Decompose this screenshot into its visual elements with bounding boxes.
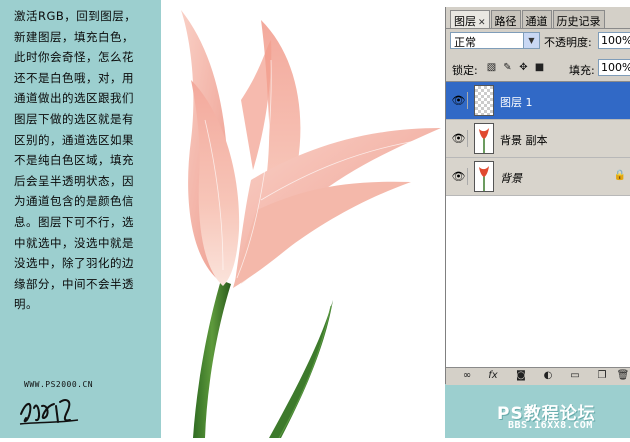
layer-name: 图层 1: [500, 96, 533, 109]
tutorial-text-panel: 激活RGB，回到图层， 新建图层，填充白色， 此时你会奇怪，怎么花 还不是白色哦…: [0, 0, 161, 438]
signature-image: [19, 399, 79, 425]
trash-icon[interactable]: 🗑: [616, 370, 630, 382]
layer-row-background-copy[interactable]: 👁 背景 副本: [446, 120, 630, 158]
image-canvas[interactable]: [161, 0, 445, 439]
layer-thumbnail-transparent: [474, 85, 494, 116]
new-layer-icon[interactable]: ❐: [595, 370, 609, 382]
eye-icon[interactable]: 👁: [450, 130, 468, 147]
lock-move-icon[interactable]: ✥: [518, 62, 529, 73]
site-url: WWW.PS2000.CN: [24, 380, 94, 389]
lock-icon: 🔒: [613, 170, 626, 181]
tab-channels-label: 通道: [525, 15, 548, 28]
mask-icon[interactable]: ◙: [514, 370, 528, 382]
layers-list: 👁 图层 1 👁 背景 副本 👁 背景 🔒: [446, 81, 630, 368]
adjustment-icon[interactable]: ◐: [541, 370, 555, 382]
tab-paths-label: 路径: [494, 15, 517, 28]
layer-thumbnail-tulip: [474, 161, 494, 192]
tab-layers-label: 图层: [454, 15, 476, 28]
tab-history[interactable]: 历史记录: [552, 10, 605, 28]
lock-all-icon[interactable]: ■: [534, 62, 545, 73]
opacity-label: 不透明度:: [544, 36, 592, 49]
layers-panel: 图层 ✕ 路径 通道 历史记录 正常 ▼ 不透明度: 100% 锁定: ▧ ✎ ✥…: [445, 7, 630, 385]
watermark-url: BBS.16XX8.COM: [508, 420, 593, 431]
panel-tabs: 图层 ✕ 路径 通道 历史记录: [450, 10, 606, 28]
layer-row-layer1[interactable]: 👁 图层 1: [446, 82, 630, 120]
tab-history-label: 历史记录: [556, 15, 601, 28]
eye-icon[interactable]: 👁: [450, 168, 468, 185]
link-icon[interactable]: ∞: [460, 370, 474, 382]
close-icon[interactable]: ✕: [478, 18, 486, 28]
tab-channels[interactable]: 通道: [521, 10, 552, 28]
tab-layers[interactable]: 图层 ✕: [450, 10, 490, 28]
fx-icon[interactable]: fx: [486, 370, 500, 382]
tab-divider: [446, 28, 630, 29]
lock-brush-icon[interactable]: ✎: [502, 62, 513, 73]
tab-paths[interactable]: 路径: [490, 10, 521, 28]
layer-row-background[interactable]: 👁 背景 🔒: [446, 158, 630, 196]
opacity-input[interactable]: 100%: [598, 32, 630, 49]
layer-thumbnail-tulip: [474, 123, 494, 154]
blend-mode-value: 正常: [454, 36, 476, 49]
fill-label: 填充:: [569, 64, 595, 77]
lock-label: 锁定:: [452, 64, 478, 77]
tulip-image: [181, 10, 441, 439]
folder-icon[interactable]: ▭: [568, 370, 582, 382]
fill-input[interactable]: 100%: [598, 59, 630, 76]
lock-transparency-icon[interactable]: ▧: [486, 62, 497, 73]
chevron-down-icon[interactable]: ▼: [523, 33, 539, 48]
blend-mode-select[interactable]: 正常 ▼: [450, 32, 540, 49]
layer-name: 背景: [500, 172, 522, 185]
layer-name: 背景 副本: [500, 134, 548, 147]
layers-bottom-toolbar: ∞ fx ◙ ◐ ▭ ❐ 🗑: [446, 367, 630, 385]
eye-icon[interactable]: 👁: [450, 92, 468, 109]
tutorial-paragraph: 激活RGB，回到图层， 新建图层，填充白色， 此时你会奇怪，怎么花 还不是白色哦…: [14, 9, 137, 312]
